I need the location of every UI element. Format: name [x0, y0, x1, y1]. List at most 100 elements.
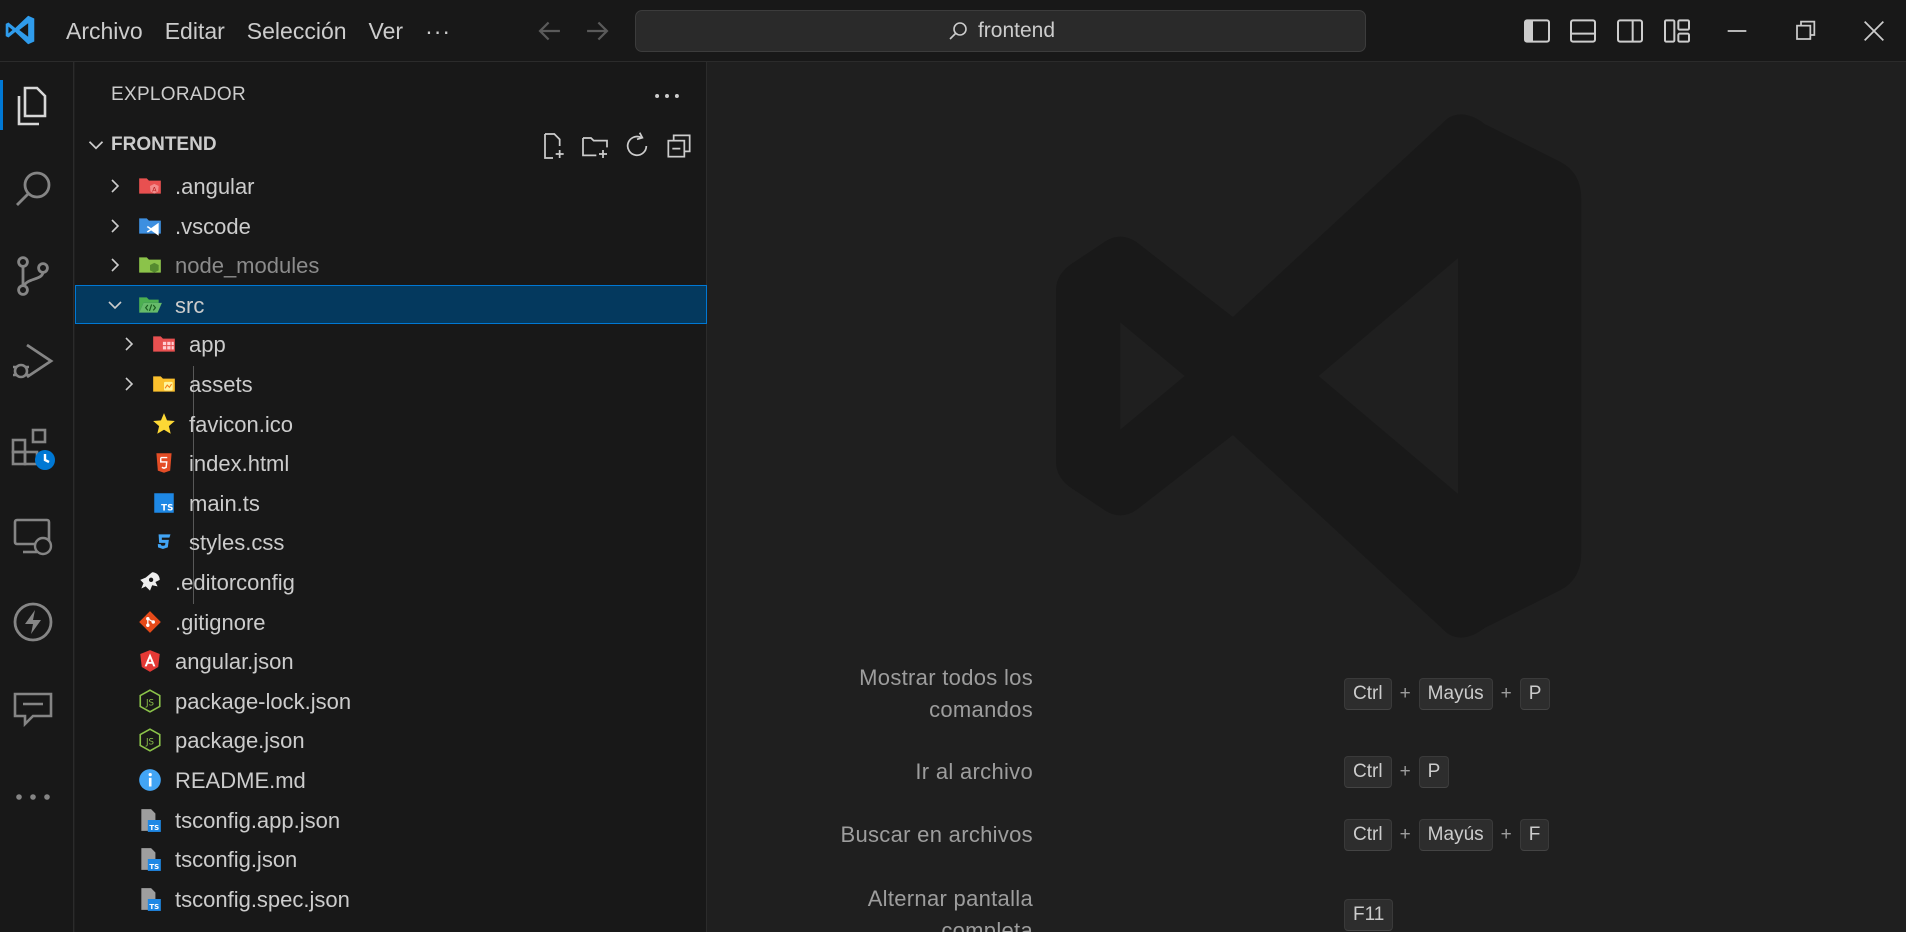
more-actions-icon[interactable]: [650, 79, 684, 113]
nodejs-icon: JS: [139, 728, 161, 753]
tree-item-label: .angular: [175, 174, 255, 199]
tree-item-app-folder[interactable]: app: [75, 324, 707, 364]
tsconfig-icon: TS: [141, 887, 161, 911]
menu-editar[interactable]: Editar: [154, 11, 236, 51]
star-icon: [153, 412, 175, 434]
tree-item-label: main.ts: [189, 490, 260, 516]
nodejs-icon: JS: [139, 688, 161, 713]
tree-item-tsconfig-app-file[interactable]: TS tsconfig.app.json: [75, 800, 707, 840]
tree-item-label: tsconfig.app.json: [175, 807, 341, 833]
tree-item-gitignore-file[interactable]: .gitignore: [75, 602, 707, 642]
key-cap: F: [1519, 819, 1550, 851]
search-icon[interactable]: [9, 165, 57, 213]
close-icon[interactable]: [1858, 15, 1890, 47]
tree-item-label: .editorconfig: [175, 569, 295, 595]
customize-layout-icon[interactable]: [1661, 15, 1693, 47]
shortcut-keys: Ctrl + P: [1344, 756, 1450, 788]
source-control-icon[interactable]: [9, 252, 57, 300]
tree-item-label: package.json: [175, 728, 305, 754]
tree-item-label: package-lock.json: [175, 688, 352, 714]
tree-item-main-ts-file[interactable]: TS main.ts: [75, 483, 707, 523]
explorer-icon[interactable]: [9, 82, 57, 130]
shortcut-label-line2: completa: [941, 918, 1033, 932]
title-bar: Archivo Editar Selección Ver ··· fronten…: [0, 0, 1906, 62]
shortcut-label: Ir al archivo: [753, 756, 1033, 788]
toggle-secondary-sidebar-icon[interactable]: [1614, 15, 1646, 47]
chevron-right-icon: [111, 179, 120, 193]
tree-item-label: app: [189, 332, 226, 358]
key-separator: +: [1399, 824, 1411, 845]
tree-item-package-lock-json-file[interactable]: JS package-lock.json: [75, 681, 707, 721]
toggle-primary-sidebar-icon[interactable]: [1521, 15, 1553, 47]
menu-bar: Archivo Editar Selección Ver ···: [55, 0, 462, 62]
new-file-icon[interactable]: [537, 130, 569, 162]
workspace-section-header[interactable]: FRONTEND: [75, 126, 707, 162]
tree-item-assets-folder[interactable]: assets: [75, 364, 707, 404]
tree-item-src-folder[interactable]: src: [75, 284, 707, 325]
tree-item-angular-folder[interactable]: A .angular: [75, 166, 707, 206]
search-icon: [949, 22, 967, 40]
extensions-icon[interactable]: [9, 424, 57, 472]
editorconfig-icon: [140, 572, 160, 591]
vscode-logo-icon[interactable]: [3, 13, 37, 47]
chevron-down-icon: [88, 141, 104, 150]
refresh-icon[interactable]: [621, 130, 653, 162]
minimize-icon[interactable]: [1721, 15, 1753, 47]
collapse-all-icon[interactable]: [663, 130, 695, 162]
svg-text:TS: TS: [149, 822, 159, 831]
restore-icon[interactable]: [1789, 15, 1821, 47]
tree-item-tsconfig-file[interactable]: TS tsconfig.json: [75, 839, 707, 879]
tree-item-angular-json-file[interactable]: angular.json: [75, 641, 707, 681]
remote-explorer-icon[interactable]: [9, 512, 57, 560]
tree-item-favicon-file[interactable]: favicon.ico: [75, 404, 707, 444]
command-center-search[interactable]: frontend: [635, 10, 1366, 52]
active-indicator: [0, 80, 3, 130]
tree-item-label: index.html: [189, 451, 290, 477]
tree-item-package-json-file[interactable]: JS package.json: [75, 720, 707, 760]
key-separator: +: [1500, 683, 1512, 704]
info-icon: [139, 769, 161, 791]
key-cap: F11: [1344, 899, 1394, 931]
tree-item-styles-css-file[interactable]: styles.css: [75, 522, 707, 562]
svg-text:TS: TS: [161, 503, 173, 513]
menu-ver[interactable]: Ver: [358, 11, 415, 51]
shortcut-label-line1: Mostrar todos los: [859, 665, 1033, 690]
explorer-title: EXPLORADOR: [111, 84, 246, 105]
back-arrow-icon[interactable]: [533, 14, 567, 48]
angular-folder-icon: A: [139, 178, 161, 194]
shortcut-label: Mostrar todos los comandos: [753, 662, 1033, 726]
tree-item-label: styles.css: [189, 530, 285, 556]
css3-icon: [157, 534, 171, 550]
run-debug-icon[interactable]: [9, 337, 57, 385]
key-separator: +: [1399, 683, 1411, 704]
more-icon[interactable]: [9, 773, 57, 821]
menu-seleccion[interactable]: Selección: [236, 11, 358, 51]
workspace-label: FRONTEND: [111, 134, 217, 155]
tree-item-label: README.md: [175, 767, 306, 793]
chevron-down-icon: [108, 301, 122, 309]
new-folder-icon[interactable]: [579, 130, 611, 162]
tree-item-label: src: [175, 292, 205, 318]
key-cap: Ctrl: [1344, 819, 1392, 851]
shortcut-label: Alternar pantalla completa: [753, 883, 1033, 932]
key-cap: P: [1519, 678, 1551, 710]
tree-item-vscode-folder[interactable]: .vscode: [75, 206, 707, 246]
menu-more[interactable]: ···: [414, 11, 462, 51]
forward-arrow-icon[interactable]: [580, 14, 614, 48]
tree-item-readme-file[interactable]: README.md: [75, 760, 707, 800]
tree-item-editorconfig-file[interactable]: .editorconfig: [75, 562, 707, 602]
tree-item-tsconfig-spec-file[interactable]: TS tsconfig.spec.json: [75, 879, 707, 919]
tree-item-node-modules-folder[interactable]: node_modules: [75, 245, 707, 285]
tree-item-index-html-file[interactable]: index.html: [75, 443, 707, 483]
key-cap: Ctrl: [1344, 678, 1392, 710]
chat-icon[interactable]: [9, 684, 57, 732]
shortcut-keys: F11: [1344, 899, 1394, 931]
key-separator: +: [1500, 824, 1512, 845]
tsconfig-icon: TS: [141, 808, 161, 832]
thunder-client-icon[interactable]: [9, 598, 57, 646]
shortcut-label: Buscar en archivos: [753, 819, 1033, 851]
toggle-panel-icon[interactable]: [1567, 15, 1599, 47]
menu-archivo[interactable]: Archivo: [55, 11, 154, 51]
shortcut-label-line2: comandos: [929, 697, 1033, 722]
src-folder-icon: [139, 297, 162, 313]
